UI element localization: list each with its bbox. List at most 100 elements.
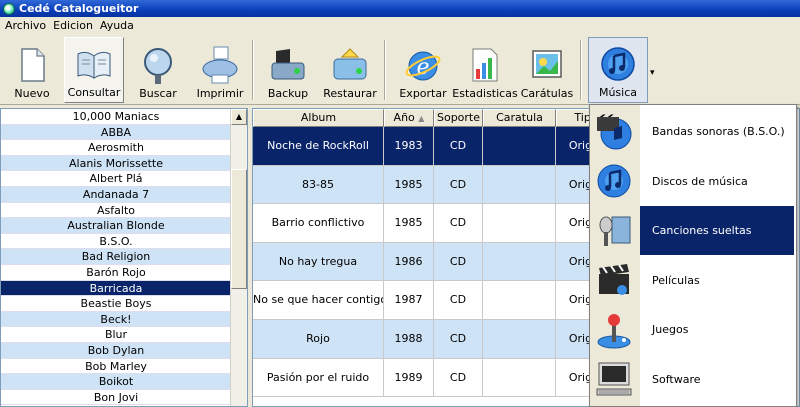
music-menu-item[interactable]: Bandas sonoras (B.S.O.) (590, 107, 796, 156)
col-album-header[interactable]: Album (253, 109, 384, 127)
artist-list-item[interactable]: ABBA (1, 124, 231, 141)
music-disc-icon (590, 161, 638, 201)
col-year-header[interactable]: Año ▲ (384, 109, 434, 127)
support-cell: CD (434, 358, 483, 398)
album-row[interactable]: No hay tregua 1986 CD Origin (253, 242, 616, 282)
music-menu-item-label: Bandas sonoras (B.S.O.) (652, 125, 785, 138)
album-row[interactable]: Pasión por el ruido 1989 CD Origin (253, 358, 616, 398)
artist-list-item[interactable]: Albert Plá (1, 171, 231, 187)
restaurar-button[interactable]: Restaurar (322, 37, 378, 103)
open-book-icon (77, 51, 111, 79)
music-menu-item-label-area: Juegos (640, 305, 794, 354)
menu-ayuda[interactable]: Ayuda (97, 19, 137, 32)
music-menu-item-label: Juegos (652, 323, 689, 336)
musica-label: Música (598, 86, 638, 99)
album-cell: No se que hacer contigo (253, 281, 384, 320)
artist-list-item[interactable]: Bon Jovi (1, 390, 231, 406)
soundtrack-music-icon (590, 112, 638, 152)
year-cell: 1989 (384, 358, 434, 398)
album-row[interactable]: Noche de RockRoll 1983 CD Origin (253, 127, 616, 166)
artist-list-item[interactable]: Andanada 7 (1, 186, 231, 203)
backup-button[interactable]: Backup (262, 37, 314, 103)
artist-list-item[interactable]: Beck! (1, 311, 231, 328)
microphone-icon (590, 211, 638, 251)
artist-list-item[interactable]: Barón Rojo (1, 265, 231, 281)
exportar-button[interactable]: e Exportar (394, 37, 452, 103)
support-cell: CD (434, 204, 483, 243)
artist-list-item[interactable]: Australian Blonde (1, 218, 231, 234)
year-cell: 1987 (384, 281, 434, 320)
musica-dropdown-menu: Bandas sonoras (B.S.O.) Discos de música C… (589, 104, 797, 407)
artist-list-item[interactable]: Bob Marley (1, 359, 231, 375)
nuevo-button[interactable]: Nuevo (8, 37, 56, 103)
cover-cell (483, 320, 556, 359)
music-menu-item[interactable]: Juegos (590, 305, 796, 354)
music-menu-item-label-area: Canciones sueltas (640, 206, 794, 255)
toolbar-separator (252, 40, 254, 100)
artist-list-item[interactable]: Asfalto (1, 203, 231, 219)
album-row[interactable]: Rojo 1988 CD Origin (253, 320, 616, 359)
toolbar-separator (384, 40, 386, 100)
artist-list-item[interactable]: Barricada (1, 280, 231, 297)
artist-list-item[interactable]: Beastie Boys (1, 296, 231, 312)
album-row[interactable]: Barrio conflictivo 1985 CD Origin (253, 204, 616, 243)
new-document-icon (21, 48, 45, 82)
artist-list-item[interactable]: B.S.O. (1, 234, 231, 250)
menu-edicion[interactable]: Edicion (50, 19, 96, 32)
cover-cell (483, 204, 556, 243)
year-cell: 1988 (384, 320, 434, 359)
cover-cell (483, 358, 556, 398)
joystick-icon (590, 310, 638, 350)
menu-bar: Archivo Edicion Ayuda (0, 17, 800, 34)
album-cell: Pasión por el ruido (253, 358, 384, 398)
album-row[interactable]: No se que hacer contigo 1987 CD Origin (253, 281, 616, 320)
support-cell: CD (434, 281, 483, 320)
nuevo-label: Nuevo (14, 87, 50, 100)
year-cell: 1986 (384, 242, 434, 282)
imprimir-button[interactable]: Imprimir (192, 37, 248, 103)
artist-list-item[interactable]: Aerosmith (1, 140, 231, 156)
statistics-chart-icon (472, 48, 498, 82)
consultar-label: Consultar (67, 86, 121, 99)
restore-drive-icon (333, 48, 367, 80)
music-menu-item-label: Películas (652, 273, 700, 287)
col-year-label: Año (393, 111, 415, 124)
col-support-header[interactable]: Soporte (434, 109, 483, 127)
artist-list-item[interactable]: Bad Religion (1, 249, 231, 265)
artist-list-scrollbar[interactable]: ▲ (230, 109, 247, 406)
col-cover-header[interactable]: Caratula (483, 109, 556, 127)
scroll-up-icon[interactable]: ▲ (231, 109, 247, 125)
artist-list-item[interactable]: Bob Dylan (1, 342, 231, 359)
consultar-button[interactable]: Consultar (64, 37, 124, 103)
artist-list[interactable]: 10,000 Maniacs ABBA Aerosmith Alanis Moriss… (0, 108, 248, 407)
caratulas-label: Carátulas (520, 87, 574, 100)
caratulas-button[interactable]: Carátulas (518, 37, 576, 103)
magnifier-icon (144, 48, 172, 84)
artist-list-item[interactable]: Boikot (1, 374, 231, 390)
film-clapper-icon (590, 260, 638, 300)
music-menu-item[interactable]: Películas (590, 256, 796, 305)
musica-button[interactable]: Música (588, 37, 648, 103)
support-cell: CD (434, 320, 483, 359)
buscar-label: Buscar (139, 87, 177, 100)
music-disc-icon (601, 47, 635, 81)
backup-label: Backup (267, 87, 309, 100)
cover-cell (483, 281, 556, 320)
estadisticas-button[interactable]: Estadisticas (452, 37, 518, 103)
music-menu-item[interactable]: Canciones sueltas (590, 206, 796, 255)
buscar-button[interactable]: Buscar (130, 37, 186, 103)
window-title: Cedé Catalogueitor (19, 2, 139, 15)
app-icon (3, 2, 15, 15)
artist-list-item[interactable]: 10,000 Maniacs (1, 109, 231, 125)
album-cell: Rojo (253, 320, 384, 359)
artist-list-item[interactable]: Alanis Morissette (1, 155, 231, 172)
music-menu-item[interactable]: Software (590, 355, 796, 404)
music-menu-item-label-area: Software (640, 355, 794, 404)
menu-archivo[interactable]: Archivo (2, 19, 49, 32)
album-row[interactable]: 83-85 1985 CD Origin (253, 165, 616, 205)
scrollbar-thumb[interactable] (231, 169, 247, 289)
musica-dropdown-arrow-icon[interactable]: ▾ (650, 68, 662, 78)
music-menu-item[interactable]: Discos de música (590, 157, 796, 206)
title-bar: Cedé Catalogueitor (0, 0, 800, 17)
artist-list-item[interactable]: Blur (1, 327, 231, 343)
